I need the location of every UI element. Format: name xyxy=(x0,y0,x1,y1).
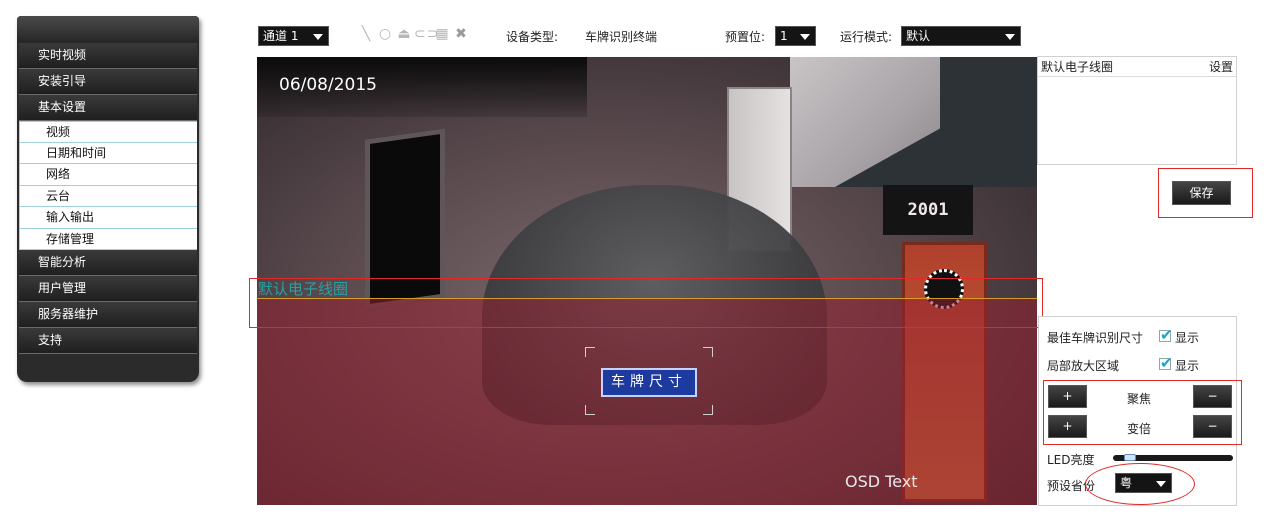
chevron-down-icon xyxy=(800,34,810,40)
sidebar-subitem-ptz[interactable]: 云台 xyxy=(19,185,197,207)
video-toolbar: 通道 1 ╲ ○ ⏏ ⊂⊃▦ ✖ 设备类型: 车牌识别终端 预置位: 1 运行模式: 默… xyxy=(258,26,1038,48)
preset-select-value: 1 xyxy=(780,29,788,43)
best-plate-size-show-label: 显示 xyxy=(1175,331,1200,345)
zone-list-header[interactable]: 默认电子线圈 设置 xyxy=(1038,57,1236,77)
plate-area-corner xyxy=(585,347,595,357)
line-tool-icon[interactable]: ╲ xyxy=(357,26,376,42)
local-zoom-show-label: 显示 xyxy=(1175,359,1200,373)
sidebar-item-install-guide[interactable]: 安装引导 xyxy=(19,69,197,95)
sidebar-item-live-video[interactable]: 实时视频 xyxy=(19,43,197,69)
preset-select[interactable]: 1 xyxy=(775,26,816,46)
sidebar-subitem-video[interactable]: 视频 xyxy=(19,121,197,143)
chevron-down-icon xyxy=(1005,34,1015,40)
check-icon: ✔ xyxy=(1160,326,1173,344)
sidebar-header xyxy=(17,16,199,43)
led-brightness-slider[interactable] xyxy=(1113,454,1233,461)
zone-list-panel: 默认电子线圈 设置 xyxy=(1037,56,1237,165)
channel-select-value: 通道 1 xyxy=(263,29,299,43)
grid-tool-icon[interactable]: ▦ xyxy=(433,26,452,42)
delete-icon[interactable]: ✖ xyxy=(452,26,471,42)
plate-area-corner xyxy=(703,347,713,357)
run-mode-select-value: 默认 xyxy=(906,29,931,43)
check-icon: ✔ xyxy=(1160,354,1173,372)
sidebar-item-user-management[interactable]: 用户管理 xyxy=(19,276,197,302)
sidebar-subitem-date-time[interactable]: 日期和时间 xyxy=(19,142,197,164)
plate-size-box[interactable]: 车牌尺寸 xyxy=(601,368,697,397)
highlight-province xyxy=(1085,463,1195,505)
run-mode-label: 运行模式: xyxy=(840,30,893,44)
circle-tool-icon[interactable]: ○ xyxy=(376,26,395,42)
best-plate-size-label: 最佳车牌识别尺寸 xyxy=(1047,331,1144,345)
car-tool-icon[interactable]: ⊂⊃ xyxy=(414,26,438,42)
channel-select[interactable]: 通道 1 xyxy=(258,26,329,46)
sidebar-item-basic-settings[interactable]: 基本设置 xyxy=(19,95,197,121)
highlight-focus-zoom xyxy=(1043,380,1242,445)
device-type-label: 设备类型: xyxy=(506,30,559,44)
best-plate-size-checkbox[interactable]: ✔ xyxy=(1159,326,1173,344)
sidebar-subitem-io[interactable]: 输入输出 xyxy=(19,207,197,229)
sidebar-item-server-maintenance[interactable]: 服务器维护 xyxy=(19,302,197,328)
preset-label: 预置位: xyxy=(725,30,766,44)
sidebar-subitem-storage[interactable]: 存储管理 xyxy=(19,228,197,250)
detection-zone-overlay[interactable] xyxy=(257,298,1037,505)
led-brightness-label: LED亮度 xyxy=(1047,453,1095,467)
highlight-zone-line xyxy=(249,278,1043,328)
drawing-tools: ╲ ○ ⏏ ⊂⊃▦ ✖ xyxy=(357,26,471,46)
video-date-overlay: 06/08/2015 xyxy=(279,75,377,95)
sidebar-item-smart-analysis[interactable]: 智能分析 xyxy=(19,250,197,276)
chevron-down-icon xyxy=(313,34,323,40)
osd-text-overlay: OSD Text xyxy=(845,472,918,491)
zone-name: 默认电子线圈 xyxy=(1041,60,1114,74)
local-zoom-label: 局部放大区域 xyxy=(1047,359,1120,373)
device-type-value: 车牌识别终端 xyxy=(585,30,658,44)
plate-area-corner xyxy=(703,405,713,415)
sidebar-item-support[interactable]: 支持 xyxy=(19,328,197,354)
plate-area-corner xyxy=(585,405,595,415)
zone-settings-link[interactable]: 设置 xyxy=(1209,57,1233,77)
save-button[interactable]: 保存 xyxy=(1172,181,1231,205)
sidebar-menu: 实时视频 安装引导 基本设置 视频 日期和时间 网络 云台 输入输出 存储管理 … xyxy=(19,43,197,354)
run-mode-select[interactable]: 默认 xyxy=(901,26,1021,46)
sidebar-subitem-network[interactable]: 网络 xyxy=(19,164,197,186)
video-scene-led-sign: 2001 xyxy=(883,185,973,235)
sidebar: 实时视频 安装引导 基本设置 视频 日期和时间 网络 云台 输入输出 存储管理 … xyxy=(17,16,199,382)
local-zoom-checkbox[interactable]: ✔ xyxy=(1159,354,1173,372)
person-tool-icon[interactable]: ⏏ xyxy=(395,26,414,42)
led-brightness-slider-thumb[interactable] xyxy=(1123,454,1136,461)
